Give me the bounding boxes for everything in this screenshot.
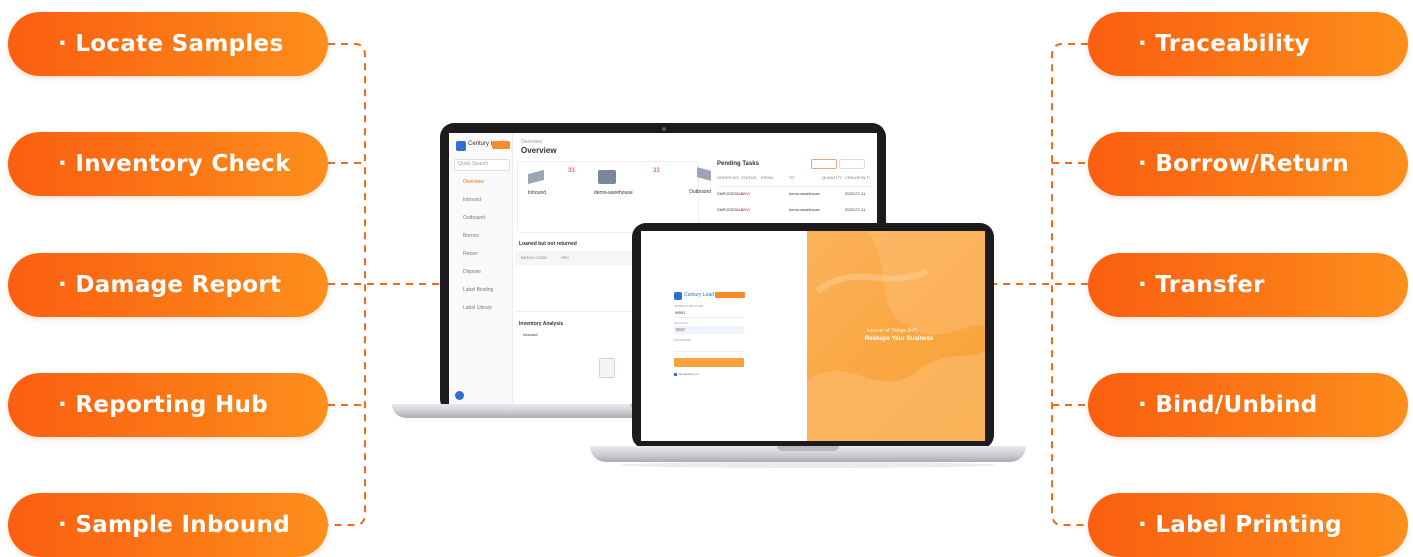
nav-item-overview[interactable]: Overview <box>463 179 484 185</box>
inventory-analysis-title: Inventory Analysis <box>519 321 564 327</box>
front-laptop-screen: Century Lead WAREHOUSE CODE W001 ACCOUNT… <box>641 231 985 441</box>
camera-icon <box>662 127 666 131</box>
brand-badge <box>492 141 510 149</box>
password-field[interactable] <box>674 343 744 352</box>
status-badge: NEW <box>741 191 751 196</box>
brand-logo-icon <box>674 292 682 300</box>
feature-pill-borrow-return[interactable]: · Borrow/Return <box>1088 132 1408 196</box>
feature-pill-label-printing[interactable]: · Label Printing <box>1088 493 1408 557</box>
table-row[interactable]: SMRJ2303116 <box>717 191 743 196</box>
brand-badge <box>715 292 745 298</box>
nav-item-return[interactable]: Return <box>463 251 478 257</box>
feature-pill-sample-inbound[interactable]: · Sample Inbound <box>8 493 328 557</box>
page-title: Overview <box>521 146 557 155</box>
nav-item-borrow[interactable]: Borrow <box>463 233 479 239</box>
pending-tasks-title: Pending Tasks <box>717 161 759 167</box>
box-icon <box>528 169 544 185</box>
avatar[interactable] <box>455 391 464 400</box>
warehouse-code-field[interactable]: W001 <box>674 309 744 318</box>
warehouse-icon <box>598 170 616 184</box>
remember-checkbox[interactable] <box>674 373 677 376</box>
feature-pill-reporting-hub[interactable]: · Reporting Hub <box>8 373 328 437</box>
feature-pill-damage-report[interactable]: · Damage Report <box>8 253 328 317</box>
nav-item-dispose[interactable]: Dispose <box>463 269 481 275</box>
login-button[interactable]: Log In <box>674 358 744 374</box>
hero-tagline-2: Reshape Your Business <box>865 336 934 342</box>
hero-panel: Internet of Things (IoT) Reshape Your Bu… <box>807 231 985 441</box>
table-row[interactable]: SMRJ2303114 <box>717 207 743 212</box>
nav-item-inbound[interactable]: Inbound <box>463 197 481 203</box>
hero-tagline-1: Internet of Things (IoT) <box>867 328 918 334</box>
breadcrumb: Overview <box>521 139 542 145</box>
quick-search-input[interactable]: Quick Search <box>454 159 510 171</box>
login-panel: Century Lead WAREHOUSE CODE W001 ACCOUNT… <box>641 231 807 441</box>
account-field[interactable]: TEST <box>674 326 744 334</box>
feature-pill-inventory-check[interactable]: · Inventory Check <box>8 132 328 196</box>
nav-item-label-library[interactable]: Label Library <box>463 305 492 311</box>
status-badge: NEW <box>741 207 751 212</box>
feature-pill-bind-unbind[interactable]: · Bind/Unbind <box>1088 373 1408 437</box>
empty-doc-icon <box>599 358 615 378</box>
loaned-title: Loaned but not returned <box>519 241 577 247</box>
pending-filter-button[interactable] <box>811 159 837 169</box>
pending-filter-button-2[interactable] <box>839 159 865 169</box>
box-icon <box>697 167 711 181</box>
feature-pill-transfer[interactable]: · Transfer <box>1088 253 1408 317</box>
nav-item-outbound[interactable]: Outbound <box>463 215 485 221</box>
feature-pill-locate-samples[interactable]: · Locate Samples <box>8 12 328 76</box>
laptop-shadow <box>620 462 996 468</box>
back-sidebar: Century Lead Quick Search Overview Inbou… <box>449 133 513 405</box>
brand-logo-icon <box>456 141 466 151</box>
brand-name: Century Lead <box>684 292 715 298</box>
nav-item-label-binding[interactable]: Label Binding <box>463 287 493 293</box>
feature-pill-traceability[interactable]: · Traceability <box>1088 12 1408 76</box>
